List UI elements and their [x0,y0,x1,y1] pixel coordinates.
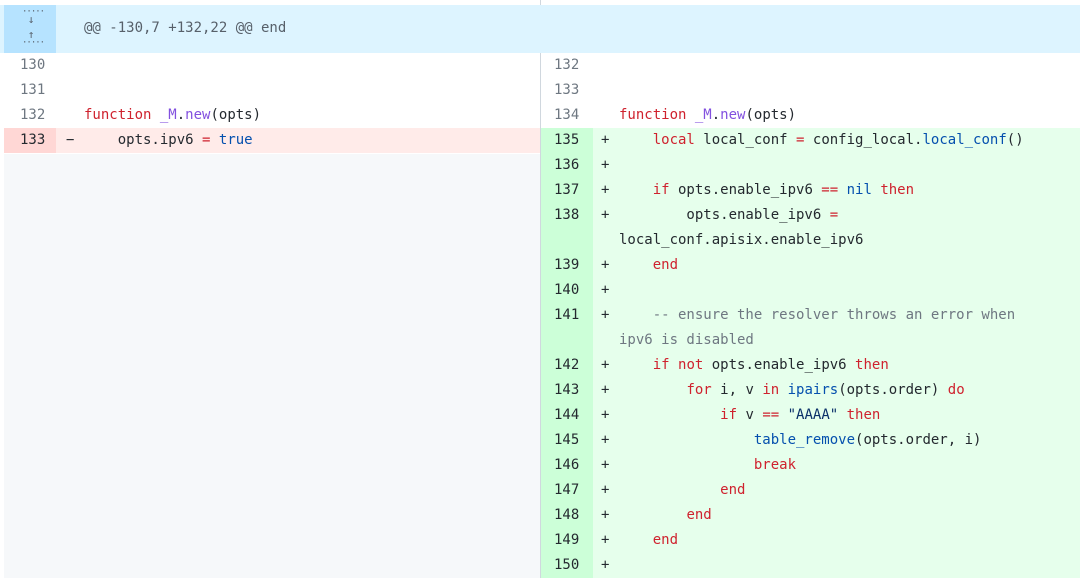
empty-filler [4,154,540,578]
line-number[interactable]: 144 [554,403,579,428]
addition-marker: + [601,132,610,148]
diff-row: 131 [0,78,540,103]
addition-marker: + [601,307,610,323]
code-text: break [753,457,797,473]
diff-row: 133 − opts.ipv6 = true [0,128,540,153]
hunk-header: ····· ↓ ↑ ····· @@ -130,7 +132,22 @@ end [0,5,1080,53]
line-number[interactable]: 135 [554,128,579,153]
line-number[interactable]: 137 [554,178,579,203]
code-cell [593,153,1080,178]
line-number[interactable]: 143 [554,378,579,403]
addition-marker: + [601,257,610,273]
addition-marker: + [601,357,610,373]
line-number[interactable]: 132 [20,103,45,128]
line-number[interactable]: 146 [554,453,579,478]
expand-down-button[interactable]: ····· ↓ [22,8,45,29]
line-number[interactable]: 145 [554,428,579,453]
diff-row: 147 + end [541,478,1080,503]
dots-icon: ····· [22,38,45,48]
diff-row: 134 function _M.new(opts) [541,103,1080,128]
line-number[interactable]: 141 [554,303,579,353]
arrow-down-icon: ↓ [27,13,35,26]
addition-marker: + [601,207,610,223]
addition-marker: + [601,482,610,498]
diff-row: 130 [0,53,540,78]
diff-row: 149 + end [541,528,1080,553]
line-number[interactable]: 134 [554,103,579,128]
left-pane-old: 130 131 132 function _M.new(opts) 133 − opts.… [0,53,540,578]
line-number[interactable]: 147 [554,478,579,503]
right-pane-new: 132 133 134 function _M.new(opts) 135 + local… [541,53,1080,578]
code-text: function _M.new(opts) [84,107,262,123]
code-text: opts.enable_ipv6 = [619,207,839,223]
addition-marker: + [601,182,610,198]
diff-row: 145 + table_remove(opts.order, i) [541,428,1080,453]
diff-row: 132 [541,53,1080,78]
diff-row: 142 + if not opts.enable_ipv6 then [541,353,1080,378]
line-number[interactable]: 148 [554,503,579,528]
diff-row: 139 + end [541,253,1080,278]
code-text-wrapped: local_conf.apisix.enable_ipv6 [619,232,864,248]
diff-row: 140 + [541,278,1080,303]
deletion-marker: − [66,132,75,148]
diff-row: 146 + break [541,453,1080,478]
code-text: table_remove(opts.order, i) [753,432,982,448]
code-cell [593,553,1080,578]
line-number[interactable]: 130 [20,53,45,78]
line-number[interactable]: 138 [554,203,579,253]
diff-row: 136 + [541,153,1080,178]
hunk-header-text: @@ -130,7 +132,22 @@ end [84,20,287,36]
code-text: if not opts.enable_ipv6 then [652,357,889,373]
code-text-wrapped: ipv6 is disabled [619,332,754,348]
addition-marker: + [601,407,610,423]
diff-row: 133 [541,78,1080,103]
line-number[interactable]: 140 [554,278,579,303]
line-number[interactable]: 142 [554,353,579,378]
code-text: end [686,507,712,523]
code-text: end [652,532,679,548]
diff-row: 144 + if v == "AAAA" then [541,403,1080,428]
code-text: end [652,257,679,273]
diff-row: 150 + [541,553,1080,578]
code-text: for i, v in ipairs(opts.order) do [686,382,965,398]
addition-marker: + [601,432,610,448]
diff-row: 138 + opts.enable_ipv6 = local_conf.apisix… [541,203,1080,253]
expand-up-button[interactable]: ↑ ····· [22,29,45,50]
line-number[interactable]: 131 [20,78,45,103]
diff-row: 132 function _M.new(opts) [0,103,540,128]
addition-marker: + [601,557,610,573]
addition-marker: + [601,457,610,473]
code-text: if opts.enable_ipv6 == nil then [652,182,915,198]
addition-marker: + [601,157,610,173]
diff-row: 135 + local local_conf = config_local.loc… [541,128,1080,153]
line-number[interactable]: 139 [554,253,579,278]
line-number[interactable]: 150 [554,553,579,578]
code-cell [593,278,1080,303]
code-text: function _M.new(opts) [619,107,797,123]
addition-marker: + [601,532,610,548]
diff-row: 137 + if opts.enable_ipv6 == nil then [541,178,1080,203]
diff-row: 143 + for i, v in ipairs(opts.order) do [541,378,1080,403]
addition-marker: + [601,282,610,298]
line-number[interactable]: 132 [554,53,579,78]
addition-marker: + [601,507,610,523]
code-text: end [720,482,746,498]
code-text: -- ensure the resolver throws an error w… [619,307,1016,323]
line-number[interactable]: 136 [554,153,579,178]
expand-controls: ····· ↓ ↑ ····· [4,5,56,53]
line-number[interactable]: 149 [554,528,579,553]
code-text: opts.ipv6 = true [84,132,253,148]
code-text: local local_conf = config_local.local_co… [652,132,1024,148]
diff-row: 141 + -- ensure the resolver throws an er… [541,303,1080,353]
diff-row: 148 + end [541,503,1080,528]
line-number[interactable]: 133 [20,128,45,153]
line-number[interactable]: 133 [554,78,579,103]
addition-marker: + [601,382,610,398]
code-text: if v == "AAAA" then [720,407,881,423]
